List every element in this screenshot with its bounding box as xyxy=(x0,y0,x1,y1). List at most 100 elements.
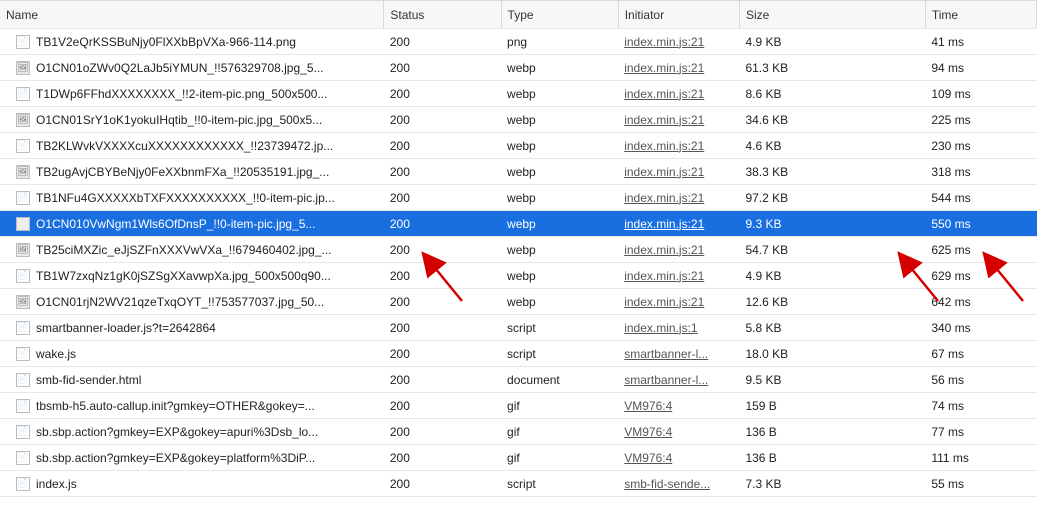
resource-name: O1CN010VwNgm1Wls6OfDnsP_!!0-item-pic.jpg… xyxy=(36,217,315,231)
time-cell: 67 ms xyxy=(925,341,1036,367)
initiator-link[interactable]: index.min.js:1 xyxy=(624,321,697,335)
file-icon xyxy=(16,425,30,439)
type-cell: gif xyxy=(501,445,618,471)
table-row[interactable]: O1CN01oZWv0Q2LaJb5iYMUN_!!576329708.jpg_… xyxy=(0,55,1037,81)
file-icon xyxy=(16,191,30,205)
table-row[interactable]: TB1NFu4GXXXXXbTXFXXXXXXXXXX_!!0-item-pic… xyxy=(0,185,1037,211)
time-cell: 56 ms xyxy=(925,367,1036,393)
time-cell: 544 ms xyxy=(925,185,1036,211)
header-row: Name Status Type Initiator Size Time xyxy=(0,1,1037,29)
col-time[interactable]: Time xyxy=(925,1,1036,29)
type-cell: png xyxy=(501,29,618,55)
type-cell: webp xyxy=(501,81,618,107)
status-cell: 200 xyxy=(384,367,501,393)
initiator-link[interactable]: smartbanner-l... xyxy=(624,373,708,387)
network-table: Name Status Type Initiator Size Time TB1… xyxy=(0,0,1037,497)
size-cell: 4.6 KB xyxy=(739,133,925,159)
size-cell: 9.3 KB xyxy=(739,211,925,237)
status-cell: 200 xyxy=(384,185,501,211)
table-row[interactable]: TB1V2eQrKSSBuNjy0FlXXbBpVXa-966-114.png2… xyxy=(0,29,1037,55)
time-cell: 318 ms xyxy=(925,159,1036,185)
resource-name: smb-fid-sender.html xyxy=(36,373,141,387)
table-row[interactable]: TB25ciMXZic_eJjSZFnXXXVwVXa_!!679460402.… xyxy=(0,237,1037,263)
table-row[interactable]: smartbanner-loader.js?t=2642864200script… xyxy=(0,315,1037,341)
file-icon xyxy=(16,269,30,283)
resource-name: sb.sbp.action?gmkey=EXP&gokey=platform%3… xyxy=(36,451,315,465)
table-row[interactable]: TB2ugAvjCBYBeNjy0FeXXbnmFXa_!!20535191.j… xyxy=(0,159,1037,185)
initiator-link[interactable]: index.min.js:21 xyxy=(624,217,704,231)
initiator-link[interactable]: index.min.js:21 xyxy=(624,295,704,309)
initiator-link[interactable]: index.min.js:21 xyxy=(624,61,704,75)
resource-name: TB1NFu4GXXXXXbTXFXXXXXXXXXX_!!0-item-pic… xyxy=(36,191,335,205)
status-cell: 200 xyxy=(384,29,501,55)
resource-name: TB1W7zxqNz1gK0jSZSgXXavwpXa.jpg_500x500q… xyxy=(36,269,331,283)
initiator-link[interactable]: index.min.js:21 xyxy=(624,191,704,205)
table-row[interactable]: sb.sbp.action?gmkey=EXP&gokey=apuri%3Dsb… xyxy=(0,419,1037,445)
table-row[interactable]: TB2KLWvkVXXXXcuXXXXXXXXXXXX_!!23739472.j… xyxy=(0,133,1037,159)
file-icon xyxy=(16,347,30,361)
table-row[interactable]: O1CN01SrY1oK1yokuIHqtib_!!0-item-pic.jpg… xyxy=(0,107,1037,133)
time-cell: 94 ms xyxy=(925,55,1036,81)
initiator-link[interactable]: VM976:4 xyxy=(624,451,672,465)
resource-name: T1DWp6FFhdXXXXXXXX_!!2-item-pic.png_500x… xyxy=(36,87,327,101)
time-cell: 550 ms xyxy=(925,211,1036,237)
time-cell: 109 ms xyxy=(925,81,1036,107)
size-cell: 18.0 KB xyxy=(739,341,925,367)
col-size[interactable]: Size xyxy=(739,1,925,29)
initiator-link[interactable]: index.min.js:21 xyxy=(624,139,704,153)
table-row[interactable]: O1CN010VwNgm1Wls6OfDnsP_!!0-item-pic.jpg… xyxy=(0,211,1037,237)
col-status[interactable]: Status xyxy=(384,1,501,29)
status-cell: 200 xyxy=(384,471,501,497)
status-cell: 200 xyxy=(384,393,501,419)
size-cell: 7.3 KB xyxy=(739,471,925,497)
size-cell: 97.2 KB xyxy=(739,185,925,211)
col-name[interactable]: Name xyxy=(0,1,384,29)
initiator-link[interactable]: index.min.js:21 xyxy=(624,269,704,283)
initiator-link[interactable]: VM976:4 xyxy=(624,399,672,413)
time-cell: 340 ms xyxy=(925,315,1036,341)
table-row[interactable]: wake.js200scriptsmartbanner-l...18.0 KB6… xyxy=(0,341,1037,367)
table-row[interactable]: index.js200scriptsmb-fid-sende...7.3 KB5… xyxy=(0,471,1037,497)
initiator-link[interactable]: index.min.js:21 xyxy=(624,113,704,127)
file-icon xyxy=(16,321,30,335)
table-row[interactable]: sb.sbp.action?gmkey=EXP&gokey=platform%3… xyxy=(0,445,1037,471)
file-icon xyxy=(16,451,30,465)
size-cell: 9.5 KB xyxy=(739,367,925,393)
size-cell: 136 B xyxy=(739,445,925,471)
time-cell: 230 ms xyxy=(925,133,1036,159)
time-cell: 41 ms xyxy=(925,29,1036,55)
col-type[interactable]: Type xyxy=(501,1,618,29)
initiator-link[interactable]: smartbanner-l... xyxy=(624,347,708,361)
file-icon xyxy=(16,35,30,49)
file-icon xyxy=(16,113,30,127)
time-cell: 77 ms xyxy=(925,419,1036,445)
initiator-link[interactable]: smb-fid-sende... xyxy=(624,477,710,491)
resource-name: tbsmb-h5.auto-callup.init?gmkey=OTHER&go… xyxy=(36,399,315,413)
file-icon xyxy=(16,243,30,257)
initiator-link[interactable]: index.min.js:21 xyxy=(624,165,704,179)
type-cell: webp xyxy=(501,289,618,315)
initiator-link[interactable]: index.min.js:21 xyxy=(624,35,704,49)
type-cell: webp xyxy=(501,263,618,289)
table-row[interactable]: O1CN01rjN2WV21qzeTxqOYT_!!753577037.jpg_… xyxy=(0,289,1037,315)
time-cell: 629 ms xyxy=(925,263,1036,289)
table-row[interactable]: smb-fid-sender.html200documentsmartbanne… xyxy=(0,367,1037,393)
time-cell: 111 ms xyxy=(925,445,1036,471)
status-cell: 200 xyxy=(384,445,501,471)
table-row[interactable]: tbsmb-h5.auto-callup.init?gmkey=OTHER&go… xyxy=(0,393,1037,419)
table-row[interactable]: TB1W7zxqNz1gK0jSZSgXXavwpXa.jpg_500x500q… xyxy=(0,263,1037,289)
resource-name: TB2ugAvjCBYBeNjy0FeXXbnmFXa_!!20535191.j… xyxy=(36,165,329,179)
resource-name: O1CN01oZWv0Q2LaJb5iYMUN_!!576329708.jpg_… xyxy=(36,61,324,75)
table-row[interactable]: T1DWp6FFhdXXXXXXXX_!!2-item-pic.png_500x… xyxy=(0,81,1037,107)
initiator-link[interactable]: VM976:4 xyxy=(624,425,672,439)
size-cell: 136 B xyxy=(739,419,925,445)
col-initiator[interactable]: Initiator xyxy=(618,1,739,29)
status-cell: 200 xyxy=(384,55,501,81)
file-icon xyxy=(16,87,30,101)
type-cell: gif xyxy=(501,393,618,419)
file-icon xyxy=(16,61,30,75)
type-cell: webp xyxy=(501,133,618,159)
initiator-link[interactable]: index.min.js:21 xyxy=(624,243,704,257)
type-cell: webp xyxy=(501,55,618,81)
initiator-link[interactable]: index.min.js:21 xyxy=(624,87,704,101)
